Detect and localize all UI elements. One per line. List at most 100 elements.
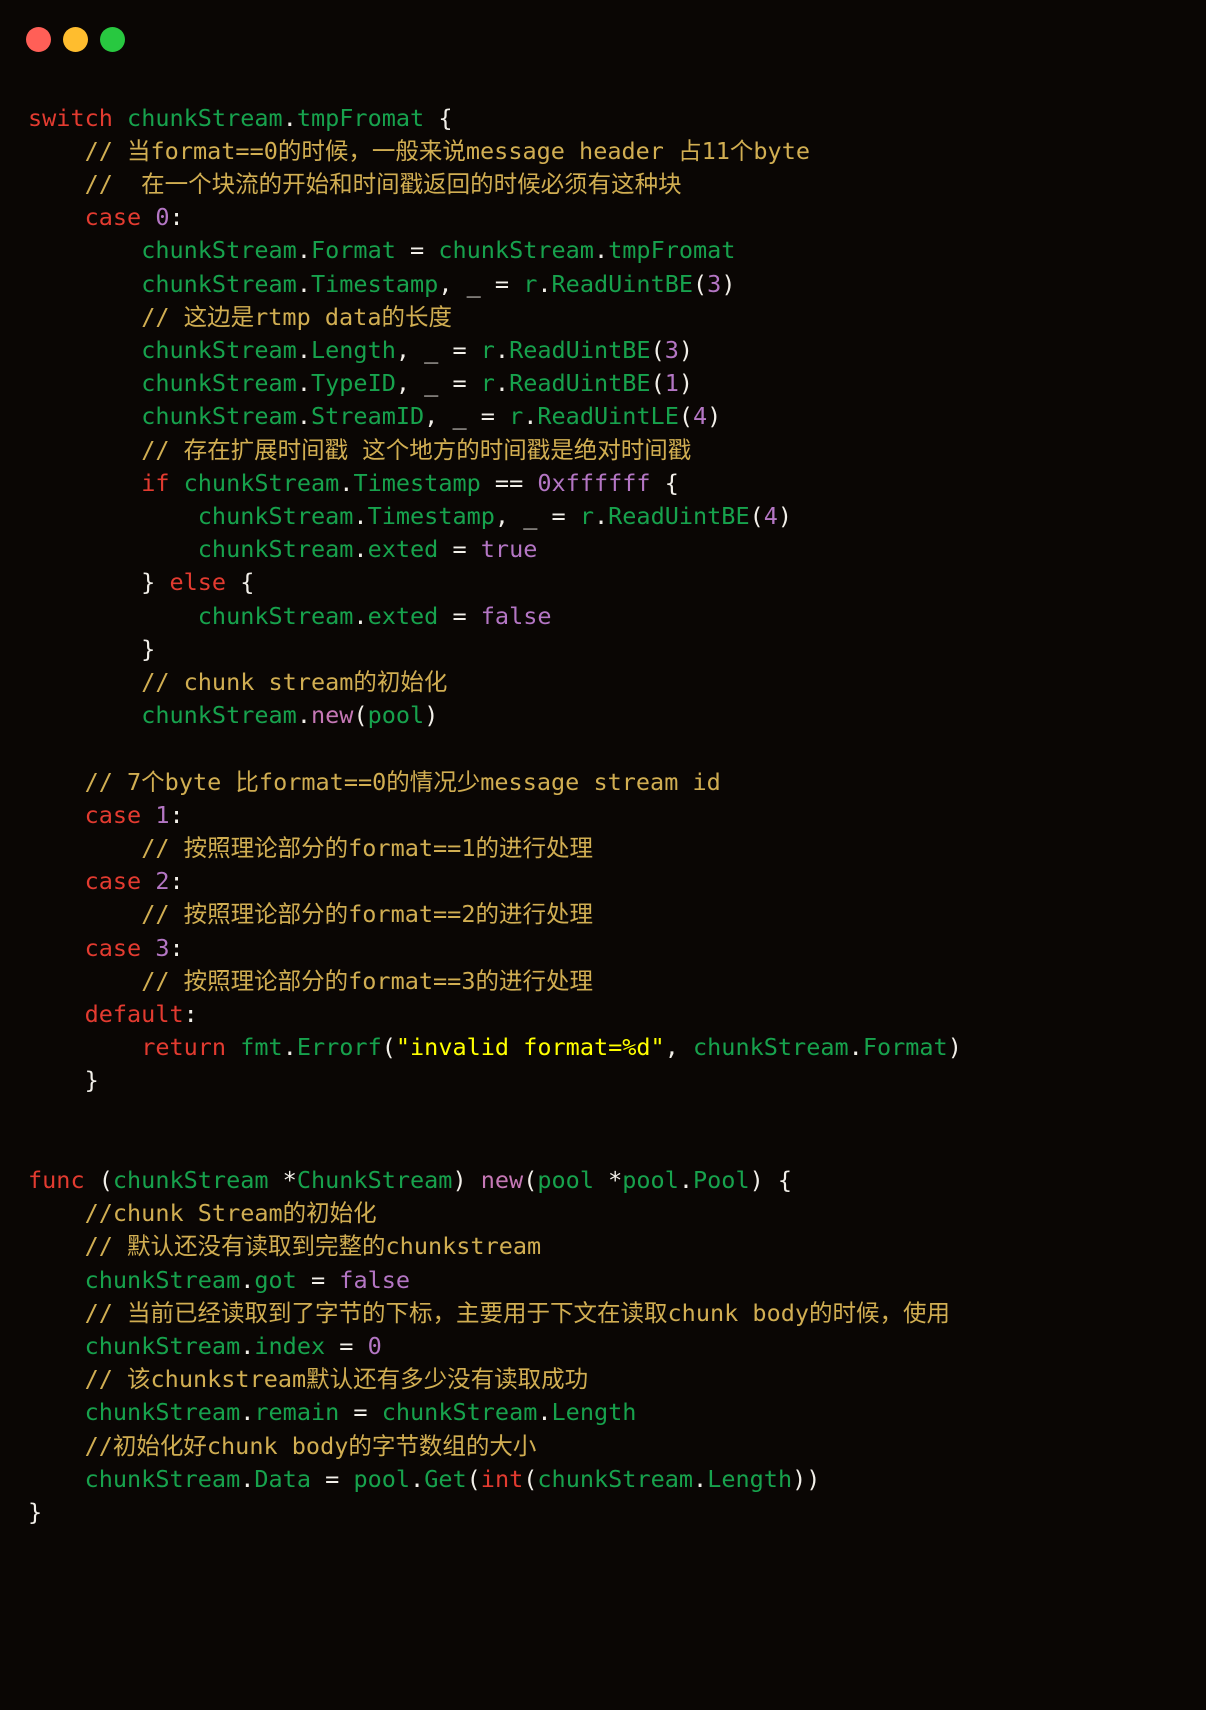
code-token-kw: if (141, 468, 170, 497)
code-line: // 按照理论部分的format==2的进行处理 (28, 898, 1206, 931)
code-token-pn: ) (947, 1033, 962, 1062)
code-token-pn: . (339, 468, 354, 497)
code-token-pn (28, 336, 141, 364)
code-token-cm: // 按照理论部分的format==2的进行处理 (141, 900, 593, 929)
code-token-cm: //初始化好chunk body的字节数组的大小 (84, 1431, 537, 1460)
code-token-pn (28, 1232, 85, 1260)
code-token-num: 1 (155, 800, 170, 829)
code-token-cm: // 当前已经读取到了字节的下标，主要用于下文在读取chunk body的时候，… (84, 1298, 951, 1327)
code-token-num: false (480, 601, 552, 630)
code-token-pn (141, 867, 155, 895)
code-line: // 该chunkstream默认还有多少没有读取成功 (28, 1363, 1206, 1396)
code-token-pn: . (593, 236, 609, 265)
code-token-id: chunkStream (112, 1166, 269, 1194)
code-block[interactable]: switch chunkStream.tmpFromat { // 当forma… (0, 102, 1206, 1530)
code-token-pn (226, 1033, 240, 1061)
code-token-cm: // 在一个块流的开始和时间戳返回的时候必须有这种块 (84, 169, 682, 198)
code-token-id: pool (367, 701, 425, 730)
code-token-pn (28, 436, 141, 464)
code-token-num: 3 (155, 933, 170, 962)
code-token-pn: . (693, 1464, 708, 1493)
close-button[interactable] (26, 26, 51, 52)
code-token-pn: : (169, 203, 184, 232)
code-token-id: Length (707, 1464, 793, 1493)
code-token-id: pool (353, 1464, 411, 1493)
code-token-pn: * (593, 1166, 623, 1194)
code-token-pn: , _ = (494, 501, 580, 530)
code-token-pn: : (169, 933, 184, 962)
code-token-pn (28, 236, 141, 264)
code-token-id: Length (310, 335, 396, 364)
code-token-pn: . (523, 402, 538, 431)
code-line: chunkStream.exted = false (28, 600, 1206, 633)
code-token-id: ReadUintBE (509, 369, 651, 398)
code-token-id: chunkStream (197, 601, 354, 630)
code-token-kw: case (84, 867, 142, 896)
code-token-pn: ) (452, 1166, 481, 1194)
code-token-pn: ( (650, 369, 665, 398)
code-line: chunkStream.TypeID, _ = r.ReadUintBE(1) (28, 367, 1206, 400)
code-token-id: pool (537, 1166, 594, 1194)
code-token-id: chunkStream (197, 535, 354, 564)
code-line: chunkStream.new(pool) (28, 699, 1206, 732)
code-token-pn: . (282, 103, 297, 132)
code-token-id: r (579, 501, 594, 530)
code-token-pn (28, 768, 85, 796)
code-token-pn (28, 668, 141, 696)
code-token-id: Format (310, 236, 396, 265)
code-token-pn: . (296, 369, 311, 398)
code-line: func (chunkStream *ChunkStream) new(pool… (28, 1164, 1206, 1197)
code-token-pn: . (282, 1033, 297, 1062)
code-line: case 0: (28, 201, 1206, 234)
code-token-pn (28, 535, 198, 563)
code-line: chunkStream.index = 0 (28, 1330, 1206, 1363)
code-token-pn: = (395, 236, 439, 265)
code-token-pn (28, 1299, 85, 1327)
code-token-pn: . (353, 535, 368, 564)
code-token-kw: func (28, 1166, 85, 1194)
code-line: chunkStream.got = false (28, 1264, 1206, 1297)
code-token-cm: // 该chunkstream默认还有多少没有读取成功 (84, 1365, 589, 1394)
code-token-pn (28, 1266, 85, 1294)
code-token-pn (28, 967, 141, 995)
code-token-pn (28, 1199, 85, 1227)
code-token-id: chunkStream (141, 335, 297, 364)
code-token-pn (28, 834, 141, 862)
code-token-id: chunkStream (84, 1332, 241, 1361)
code-line: chunkStream.Timestamp, _ = r.ReadUintBE(… (28, 500, 1206, 533)
code-token-pn (28, 402, 141, 430)
code-line: // 这边是rtmp data的长度 (28, 301, 1206, 334)
code-token-pn: . (296, 236, 311, 265)
code-line: chunkStream.exted = true (28, 533, 1206, 566)
code-token-pn (28, 1033, 141, 1061)
code-token-pn: . (494, 335, 510, 364)
code-token-pn: . (296, 269, 311, 298)
code-token-pn: = (438, 601, 481, 630)
code-token-pn: . (240, 1464, 255, 1493)
code-token-pn: , _ = (424, 402, 510, 431)
code-token-pn (28, 1432, 85, 1460)
code-token-num: true (480, 535, 538, 564)
code-token-pn (28, 1398, 85, 1426)
code-token-kw: switch (28, 103, 113, 132)
minimize-button[interactable] (63, 26, 88, 52)
code-token-kw: case (84, 203, 142, 232)
code-token-pn (28, 801, 85, 829)
code-token-cm: // 当format==0的时候，一般来说message header 占11个… (84, 136, 810, 165)
code-token-pn: = (339, 1398, 382, 1427)
code-token-pn (141, 801, 155, 829)
code-token-cm: // 存在扩展时间戳 这个地方的时间戳是绝对时间戳 (141, 435, 692, 464)
maximize-button[interactable] (100, 26, 125, 52)
code-token-pn: , _ = (395, 369, 481, 398)
code-token-id: chunkStream (141, 701, 297, 730)
code-line: // 7个byte 比format==0的情况少message stream i… (28, 766, 1206, 799)
code-token-fn: new (480, 1166, 524, 1194)
code-token-pn (28, 203, 85, 231)
code-token-pn: , (664, 1033, 694, 1062)
code-token-pn: ( (353, 701, 368, 730)
code-token-id: fmt (240, 1033, 283, 1062)
code-token-pn: ( (749, 501, 764, 530)
code-token-pn: ) (707, 402, 722, 431)
code-token-pn: , _ = (395, 335, 481, 364)
